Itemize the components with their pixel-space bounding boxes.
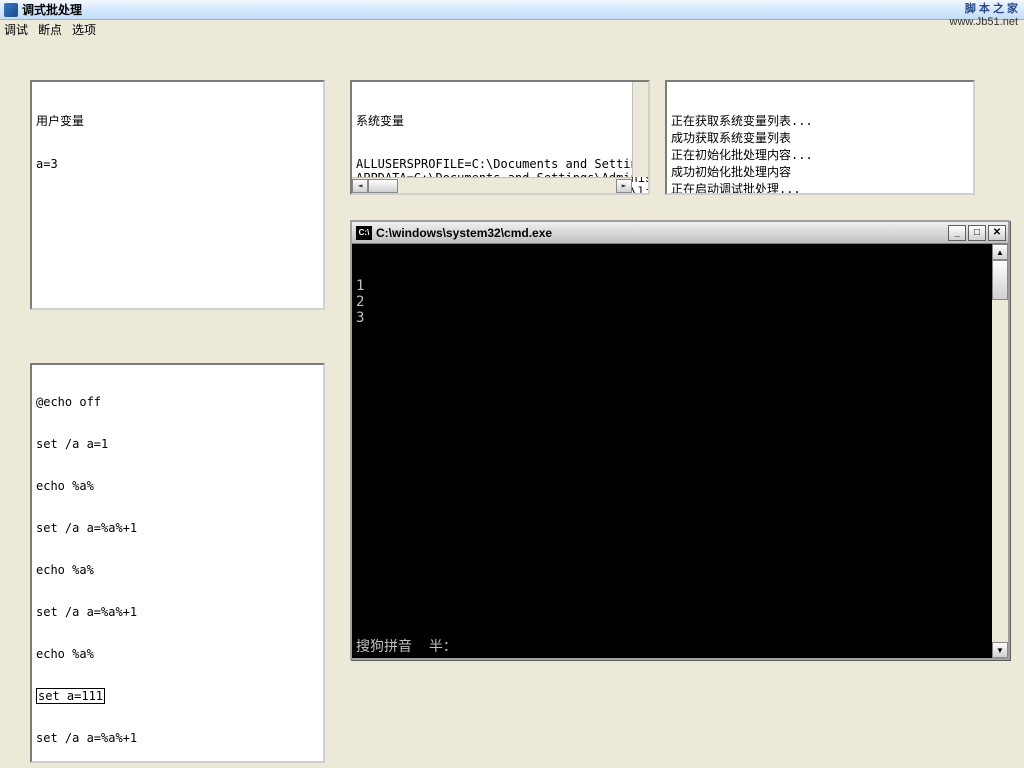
code-line: echo %a%	[36, 647, 319, 661]
user-vars-title: 用户变量	[36, 112, 319, 129]
sys-vars-title: 系统变量	[356, 112, 630, 129]
menubar: 调试 断点 选项	[0, 20, 1024, 38]
cmd-body: 1 2 3 搜狗拼音 半： ▲ ▼	[352, 244, 1008, 658]
watermark-title: 脚 本 之 家	[950, 0, 1018, 16]
scroll-left-icon[interactable]: ◄	[352, 179, 368, 193]
sys-scrollbar-h[interactable]: ◄ ►	[352, 177, 632, 193]
ime-status: 搜狗拼音 半：	[356, 636, 457, 656]
titlebar: 调式批处理	[0, 0, 1024, 20]
log-content: 正在获取系统变量列表... 成功获取系统变量列表 正在初始化批处理内容... 成…	[671, 112, 969, 195]
cmd-output: 1 2 3	[356, 278, 988, 326]
code-line: set /a a=%a%+1	[36, 731, 319, 745]
app-icon	[4, 3, 18, 17]
cmd-window[interactable]: C:\ C:\windows\system32\cmd.exe _ □ ✕ 1 …	[350, 220, 1010, 660]
cmd-titlebar[interactable]: C:\ C:\windows\system32\cmd.exe _ □ ✕	[352, 222, 1008, 244]
sys-scrollbar-v[interactable]	[632, 82, 648, 177]
cmd-icon: C:\	[356, 226, 372, 240]
scroll-down-icon[interactable]: ▼	[992, 642, 1008, 658]
menu-debug[interactable]: 调试	[4, 21, 28, 38]
user-vars-content: a=3	[36, 157, 319, 171]
workspace: 用户变量 a=3 系统变量 ALLUSERSPROFILE=C:\Documen…	[0, 38, 1024, 768]
close-button[interactable]: ✕	[988, 225, 1006, 241]
code-line: set /a a=%a%+1	[36, 605, 319, 619]
cmd-scrollbar[interactable]: ▲ ▼	[992, 244, 1008, 658]
watermark-url: www.Jb51.net	[950, 16, 1018, 28]
watermark: 脚 本 之 家 www.Jb51.net	[950, 0, 1018, 28]
log-panel[interactable]: 正在获取系统变量列表... 成功获取系统变量列表 正在初始化批处理内容... 成…	[665, 80, 975, 195]
code-line: echo %a%	[36, 479, 319, 493]
minimize-button[interactable]: _	[948, 225, 966, 241]
code-line: set /a a=1	[36, 437, 319, 451]
code-line: @echo off	[36, 395, 319, 409]
cmd-title: C:\windows\system32\cmd.exe	[376, 226, 948, 240]
user-vars-panel[interactable]: 用户变量 a=3	[30, 80, 325, 310]
scroll-up-icon[interactable]: ▲	[992, 244, 1008, 260]
menu-breakpoint[interactable]: 断点	[38, 21, 62, 38]
sys-vars-panel[interactable]: 系统变量 ALLUSERSPROFILE=C:\Documents and Se…	[350, 80, 650, 195]
scroll-thumb-h[interactable]	[368, 179, 398, 193]
cmd-content[interactable]: 1 2 3 搜狗拼音 半：	[352, 244, 992, 658]
window-title: 调式批处理	[22, 1, 82, 18]
code-line: set /a a=%a%+1	[36, 521, 319, 535]
code-line: echo %a%	[36, 563, 319, 577]
scroll-thumb-v[interactable]	[992, 260, 1008, 300]
code-current-line: set a=111	[36, 688, 105, 704]
scroll-track[interactable]	[992, 300, 1008, 642]
menu-options[interactable]: 选项	[72, 21, 96, 38]
scroll-right-icon[interactable]: ►	[616, 179, 632, 193]
code-panel[interactable]: @echo off set /a a=1 echo %a% set /a a=%…	[30, 363, 325, 763]
maximize-button[interactable]: □	[968, 225, 986, 241]
